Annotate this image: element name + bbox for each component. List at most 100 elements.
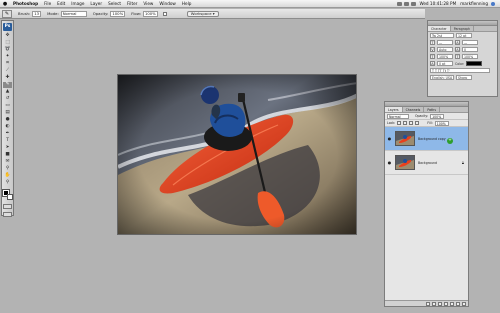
menu-app-name[interactable]: Photoshop: [10, 1, 41, 6]
new-layer-button[interactable]: [456, 301, 460, 306]
screen-mode-button[interactable]: [3, 212, 12, 217]
kerning-field[interactable]: —: [462, 40, 478, 45]
layer-thumbnail-image: [396, 132, 414, 145]
link-layers-button[interactable]: [426, 301, 430, 306]
airbrush-toggle[interactable]: [162, 11, 167, 16]
blur-tool-icon[interactable]: ●: [3, 117, 12, 123]
menu-window[interactable]: Window: [156, 1, 179, 6]
clone-stamp-tool-icon[interactable]: ▲: [3, 89, 12, 95]
menu-view[interactable]: View: [140, 1, 156, 6]
horizontal-scale-icon: T: [455, 54, 460, 59]
apple-menu-icon[interactable]: ●: [0, 1, 10, 7]
document-window[interactable]: [117, 74, 357, 235]
path-selection-tool-icon[interactable]: ➤: [3, 145, 12, 151]
type-tool-icon[interactable]: T: [3, 138, 12, 144]
brush-tool-icon[interactable]: ✎: [3, 82, 12, 88]
spotlight-icon[interactable]: [491, 1, 495, 6]
dodge-tool-icon[interactable]: ◐: [3, 124, 12, 130]
font-family-select[interactable]: Tw 2st: [430, 33, 454, 38]
type-style-buttons[interactable]: T T TT Tt T': [430, 68, 490, 73]
background-color-swatch[interactable]: [6, 194, 13, 200]
lock-transparency-button[interactable]: [397, 121, 402, 125]
layer-row-background-copy[interactable]: ● Background copy: [385, 127, 468, 151]
hand-tool-icon[interactable]: ✋: [3, 173, 12, 179]
tab-paragraph[interactable]: Paragraph: [451, 26, 475, 31]
layer-opacity-field[interactable]: 100%: [430, 113, 445, 119]
battery-icon[interactable]: [411, 1, 417, 6]
horizontal-scale-field[interactable]: 100%: [462, 54, 478, 59]
vertical-scale-field[interactable]: 100%: [437, 54, 453, 59]
language-select[interactable]: English: USA: [430, 75, 454, 80]
adjustment-layer-button[interactable]: [444, 301, 448, 306]
eraser-tool-icon[interactable]: ▭: [3, 103, 12, 109]
lock-controls: Lock: Fill: 100%: [385, 120, 468, 127]
new-group-button[interactable]: [450, 301, 454, 306]
slice-tool-icon[interactable]: ⟋: [3, 68, 12, 74]
pen-tool-icon[interactable]: ✒: [3, 131, 12, 137]
font-size-select[interactable]: 12 pt: [456, 33, 472, 38]
layer-style-button[interactable]: [432, 301, 436, 306]
layer-name[interactable]: Background: [418, 161, 437, 165]
magic-wand-tool-icon[interactable]: ✦: [3, 54, 12, 60]
menu-select[interactable]: Select: [105, 1, 124, 6]
volume-icon[interactable]: [404, 1, 410, 6]
tab-paths[interactable]: Paths: [424, 107, 440, 112]
history-brush-tool-icon[interactable]: ↺: [3, 96, 12, 102]
menu-edit[interactable]: Edit: [54, 1, 68, 6]
healing-brush-tool-icon[interactable]: ✚: [3, 75, 12, 81]
blend-mode-select[interactable]: Normal: [387, 113, 409, 119]
add-cursor-icon: +: [447, 138, 453, 144]
tab-channels[interactable]: Channels: [403, 107, 425, 112]
lock-position-button[interactable]: [409, 121, 414, 125]
menu-bar: ● Photoshop File Edit Image Layer Select…: [0, 0, 500, 8]
leading-field[interactable]: —: [437, 40, 453, 45]
flow-field[interactable]: 100%: [142, 10, 158, 17]
notes-tool-icon[interactable]: ✉: [3, 159, 12, 165]
workspace-button[interactable]: Workspace ▾: [186, 10, 219, 17]
zoom-tool-icon[interactable]: ⚲: [3, 180, 12, 186]
menu-user[interactable]: markflenning: [458, 1, 490, 6]
text-color-swatch[interactable]: [466, 61, 483, 66]
baseline-field[interactable]: 0: [462, 47, 478, 52]
eyedropper-tool-icon[interactable]: ⚲: [3, 166, 12, 172]
opacity-field[interactable]: 100%: [110, 10, 126, 17]
layer-name[interactable]: Background copy: [418, 137, 446, 141]
brush-size-picker[interactable]: 13: [32, 10, 42, 17]
menu-extras: Wed 10:41:28 PM markflenning: [396, 1, 500, 6]
tracking-field[interactable]: Auto: [437, 47, 453, 52]
color-row: A 0 pt Color:: [428, 60, 497, 67]
lock-pixels-button[interactable]: [403, 121, 408, 125]
shape-tool-icon[interactable]: ■: [3, 152, 12, 158]
baseline-shift-field[interactable]: 0 pt: [437, 61, 453, 66]
gradient-tool-icon[interactable]: ▤: [3, 110, 12, 116]
layer-opacity-label: Opacity:: [415, 114, 429, 118]
move-tool-icon[interactable]: ✥: [3, 33, 12, 39]
wifi-icon[interactable]: [397, 1, 403, 6]
flow-label: Flow:: [131, 11, 141, 16]
tool-preset-picker[interactable]: ✎: [2, 9, 12, 18]
menu-file[interactable]: File: [41, 1, 54, 6]
lasso-tool-icon[interactable]: ➰: [3, 47, 12, 53]
tab-layers[interactable]: Layers: [385, 107, 403, 112]
delete-layer-button[interactable]: [462, 301, 466, 306]
eye-icon[interactable]: ●: [387, 160, 392, 165]
fill-field[interactable]: 100%: [434, 120, 449, 126]
antialias-select[interactable]: Sharp: [456, 75, 472, 80]
eye-icon[interactable]: ●: [387, 136, 392, 141]
crop-tool-icon[interactable]: ⌗: [3, 61, 12, 67]
quick-mask-button[interactable]: [3, 204, 12, 209]
photoshop-logo[interactable]: Ps: [3, 23, 12, 31]
layer-row-background[interactable]: ● Background 🔒︎: [385, 151, 468, 175]
menu-clock[interactable]: Wed 10:41:28 PM: [417, 1, 458, 6]
mode-select[interactable]: Normal: [60, 10, 87, 17]
lock-all-button[interactable]: [415, 121, 420, 125]
menu-layer[interactable]: Layer: [87, 1, 105, 6]
layer-mask-button[interactable]: [438, 301, 442, 306]
menu-help[interactable]: Help: [179, 1, 195, 6]
font-row: Tw 2st 12 pt: [428, 32, 497, 39]
menu-filter[interactable]: Filter: [124, 1, 140, 6]
tab-character[interactable]: Character: [428, 26, 451, 31]
brush-icon: ✎: [4, 10, 10, 17]
menu-image[interactable]: Image: [68, 1, 87, 6]
marquee-tool-icon[interactable]: ⬚: [3, 40, 12, 46]
